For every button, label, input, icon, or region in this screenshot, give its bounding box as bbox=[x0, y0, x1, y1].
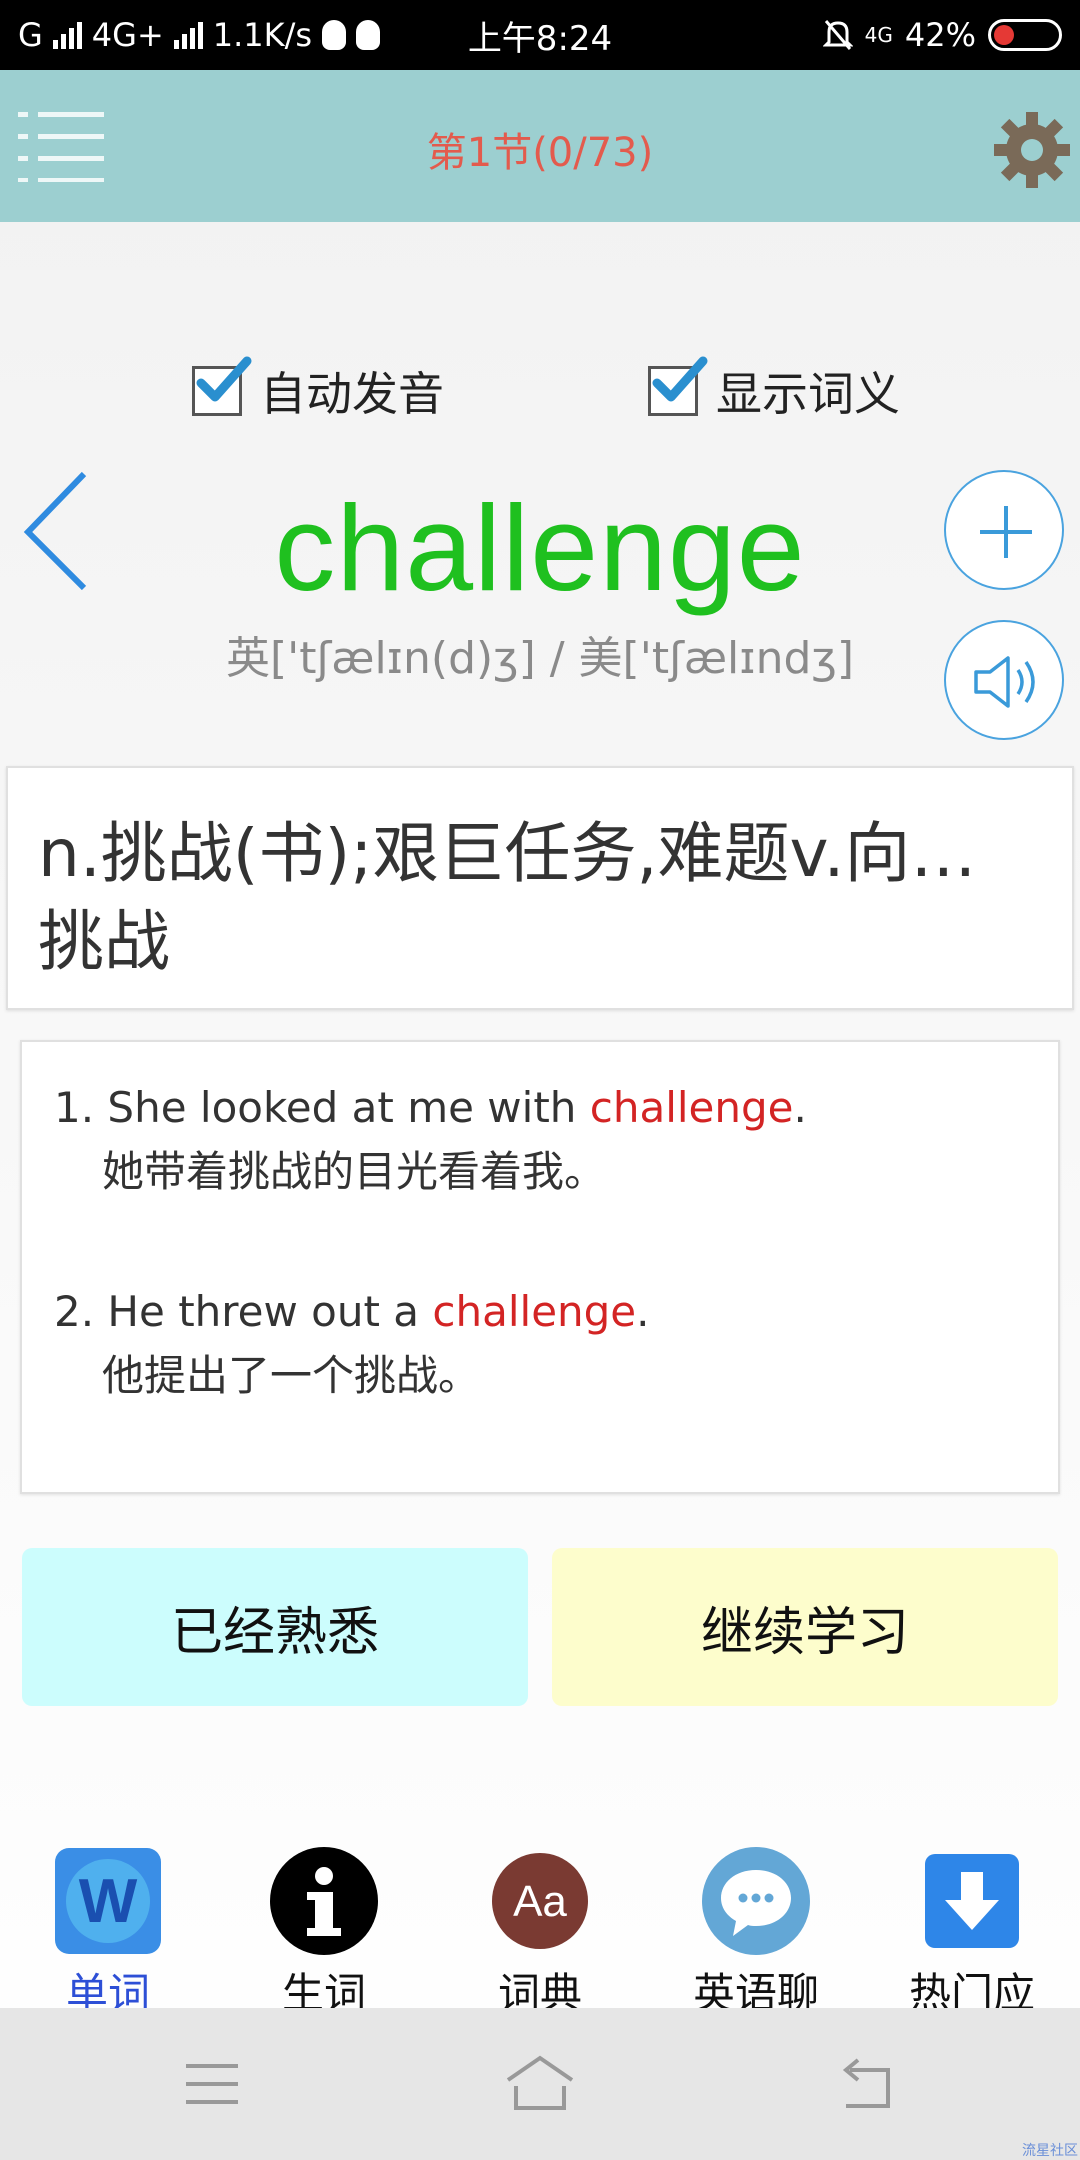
watermark: 流星社区 bbox=[1022, 2143, 1078, 2159]
system-nav-bar: 流星社区 bbox=[0, 2008, 1080, 2160]
highlight-keyword: challenge bbox=[589, 1083, 794, 1132]
network-speed: 1.1K/s bbox=[212, 16, 313, 54]
recent-apps-button[interactable] bbox=[172, 2052, 252, 2116]
examples-card: 1. She looked at me with challenge. 她带着挑… bbox=[20, 1040, 1060, 1494]
settings-button[interactable] bbox=[992, 110, 1072, 190]
speaker-icon bbox=[974, 656, 1035, 708]
qq-notification-icon-2 bbox=[356, 20, 381, 50]
definition-text: n.挑战(书);艰巨任务,难题v.向…挑战 bbox=[38, 815, 977, 980]
back-button[interactable] bbox=[828, 2052, 908, 2116]
dictionary-icon: Aa bbox=[485, 1846, 595, 1956]
section-title: 第1节(0/73) bbox=[426, 130, 654, 176]
signal-icon bbox=[52, 21, 82, 49]
chat-icon bbox=[701, 1846, 811, 1956]
word-app-icon: W bbox=[53, 1846, 163, 1956]
home-button[interactable] bbox=[500, 2052, 580, 2116]
play-audio-button[interactable] bbox=[944, 620, 1064, 740]
info-icon bbox=[269, 1846, 379, 1956]
signal-icon-2 bbox=[173, 21, 203, 49]
top-bar: 第1节(0/73) bbox=[0, 70, 1080, 222]
example-translation: 他提出了一个挑战。 bbox=[102, 1351, 481, 1400]
menu-lines-icon bbox=[186, 2064, 238, 2104]
data-type: 4G bbox=[864, 23, 893, 47]
svg-text:W: W bbox=[79, 1867, 138, 1936]
example-sentence: 1. She looked at me with challenge. bbox=[54, 1083, 807, 1132]
show-meaning-checkbox[interactable] bbox=[648, 356, 708, 416]
checkmark-icon bbox=[196, 356, 252, 402]
add-word-button[interactable] bbox=[944, 470, 1064, 590]
example-item: 1. She looked at me with challenge. 她带着挑… bbox=[54, 1076, 807, 1204]
home-icon bbox=[506, 2055, 574, 2110]
svg-text:Aa: Aa bbox=[513, 1877, 567, 1926]
show-meaning-label: 显示词义 bbox=[716, 367, 900, 421]
network-type-2: 4G+ bbox=[91, 16, 164, 54]
battery-icon bbox=[988, 19, 1062, 51]
battery-percent: 42% bbox=[904, 16, 976, 54]
download-icon bbox=[917, 1846, 1027, 1956]
checkmark-icon bbox=[652, 356, 708, 402]
gear-icon bbox=[994, 112, 1070, 188]
continue-learning-button[interactable]: 继续学习 bbox=[552, 1548, 1058, 1706]
highlight-keyword: challenge bbox=[432, 1287, 637, 1336]
auto-pronounce-label: 自动发音 bbox=[260, 367, 444, 421]
status-bar: G 4G+ 1.1K/s 上午8:24 4G 42% bbox=[0, 0, 1080, 70]
example-item: 2. He threw out a challenge. 他提出了一个挑战。 bbox=[54, 1280, 650, 1408]
mute-icon bbox=[822, 20, 853, 50]
example-translation: 她带着挑战的目光看着我。 bbox=[102, 1147, 607, 1196]
tab-dictionary[interactable]: Aa 词典 bbox=[460, 1846, 620, 2021]
auto-pronounce-checkbox[interactable] bbox=[192, 356, 252, 416]
definition-card: n.挑战(书);艰巨任务,难题v.向…挑战 bbox=[6, 766, 1074, 1010]
plus-icon bbox=[980, 506, 1032, 558]
current-word: challenge bbox=[274, 480, 806, 616]
network-type: G bbox=[18, 16, 43, 54]
clock: 上午8:24 bbox=[467, 18, 613, 59]
tab-words[interactable]: W 单词 bbox=[28, 1846, 188, 2021]
back-arrow-icon bbox=[842, 2058, 890, 2108]
auto-pronounce-option[interactable]: 自动发音 bbox=[192, 356, 444, 424]
show-meaning-option[interactable]: 显示词义 bbox=[648, 356, 900, 424]
tab-new-words[interactable]: 生词 bbox=[244, 1846, 404, 2021]
example-sentence: 2. He threw out a challenge. bbox=[54, 1287, 650, 1336]
familiar-button[interactable]: 已经熟悉 bbox=[22, 1548, 528, 1706]
phonetic: 英['tʃælɪn(d)ʒ] / 美['tʃælɪndʒ] bbox=[225, 633, 855, 684]
qq-notification-icon bbox=[322, 20, 347, 50]
